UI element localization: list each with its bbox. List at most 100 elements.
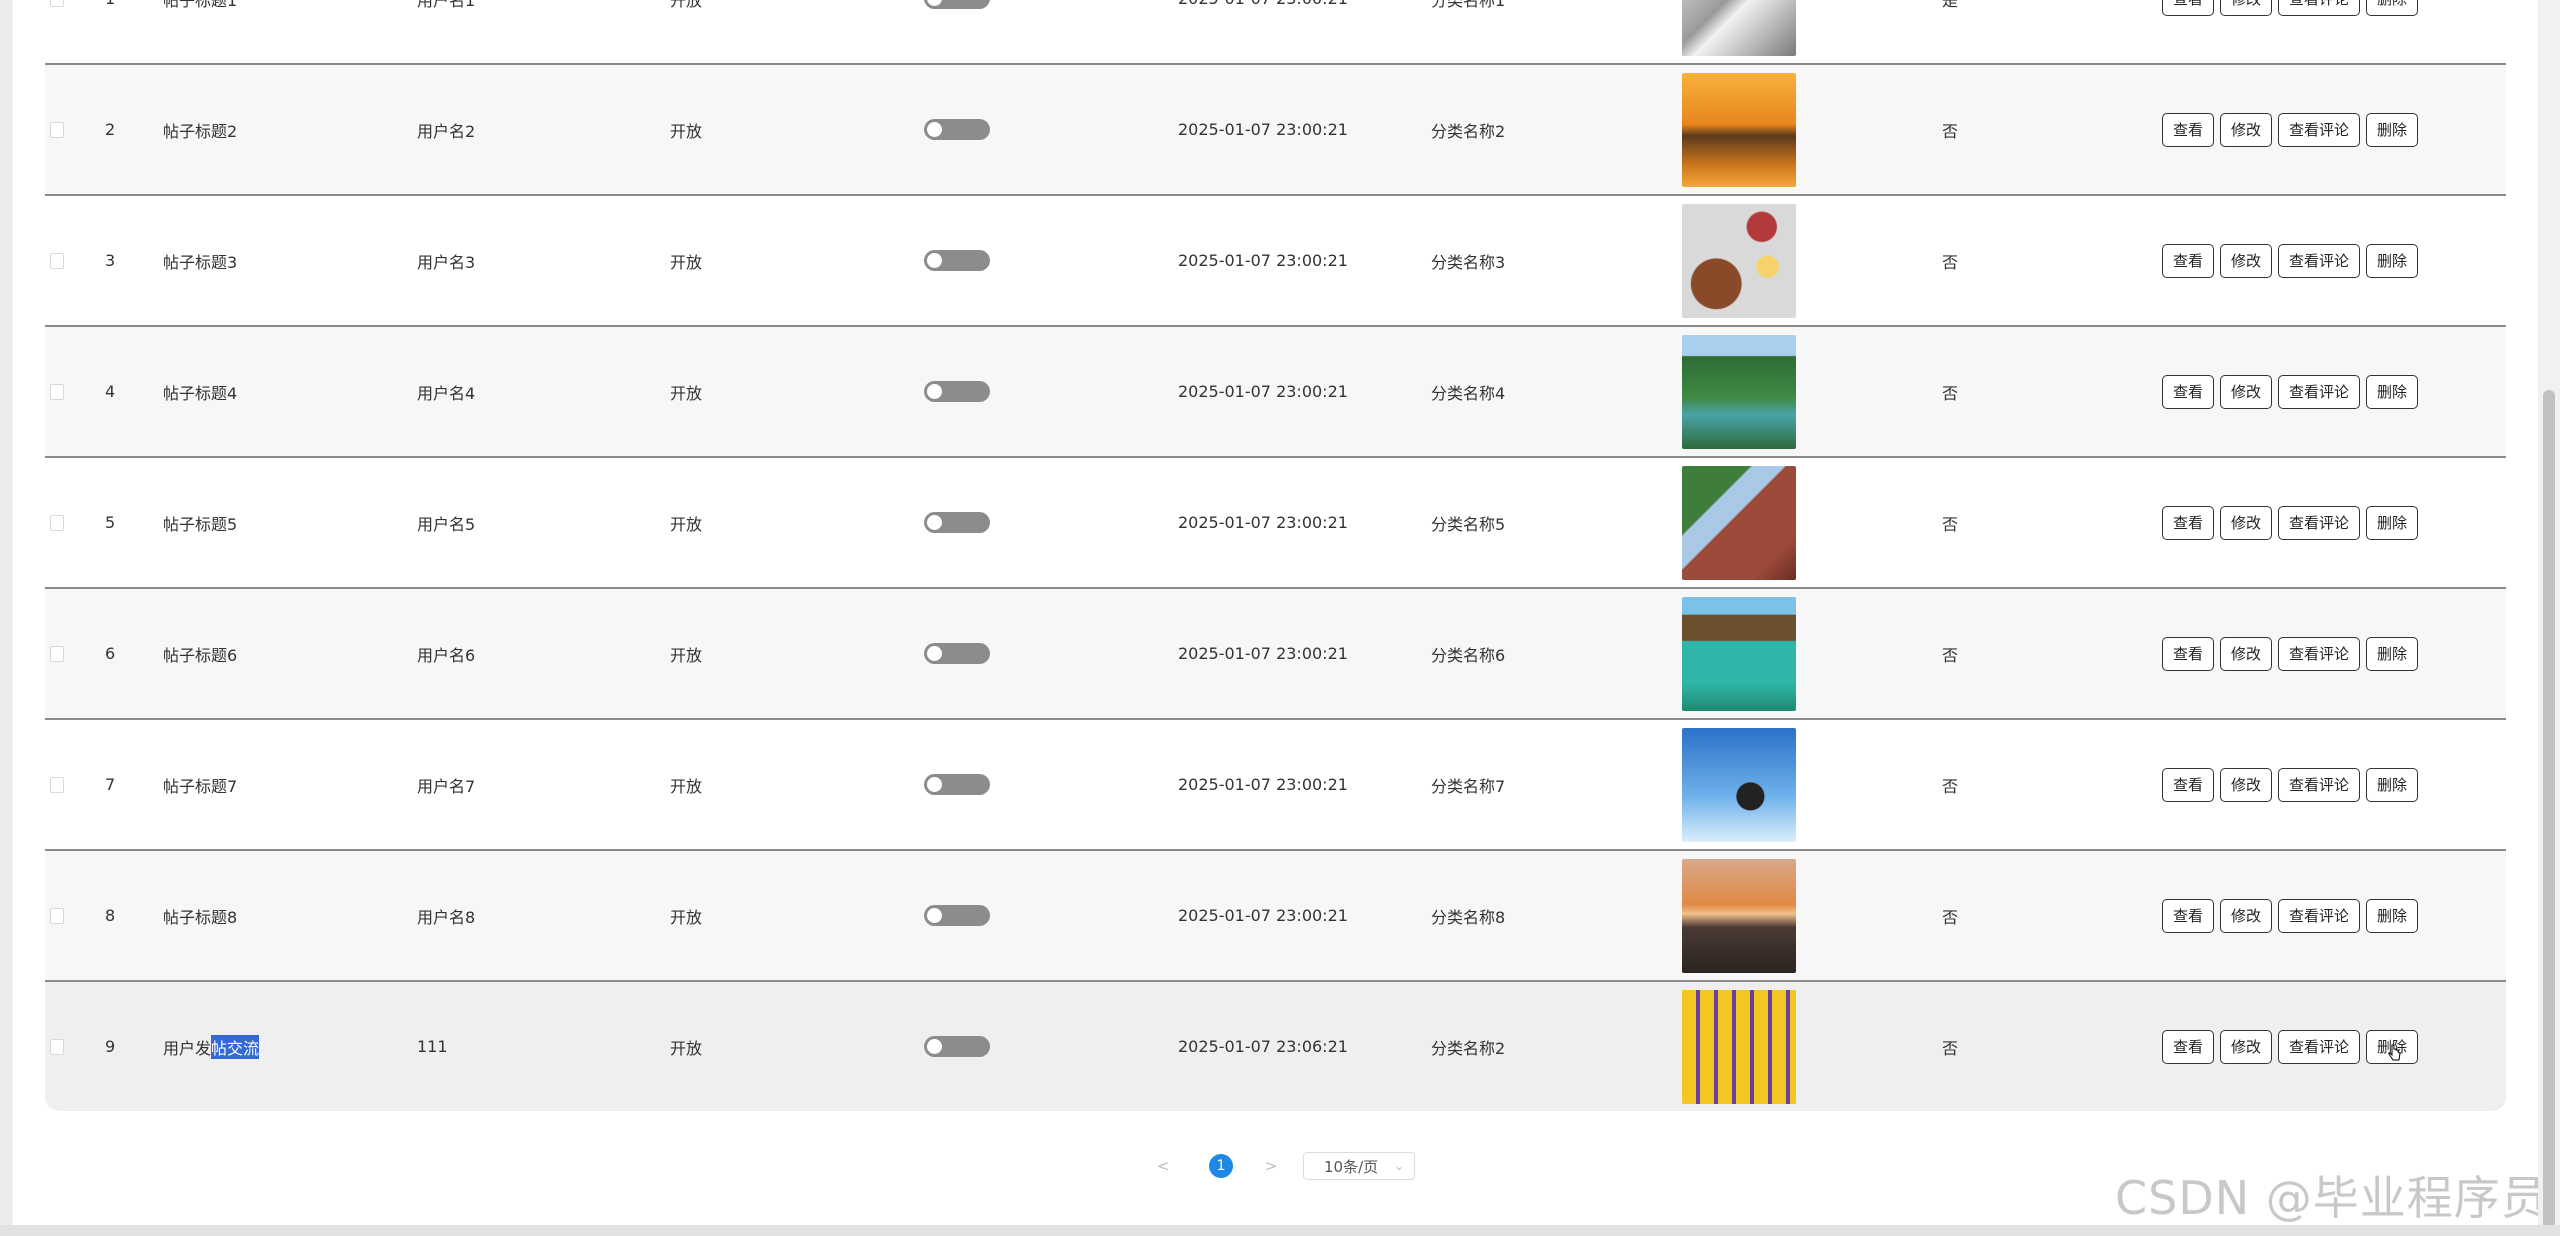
post-status: 开放 [670,383,703,403]
post-user: 用户名3 [417,252,476,272]
view-comments-button[interactable]: 查看评论 [2278,243,2361,278]
delete-button[interactable]: 删除 [2366,374,2419,409]
view-comments-button[interactable]: 查看评论 [2278,505,2361,540]
edit-button[interactable]: 修改 [2220,374,2273,409]
post-category: 分类名称3 [1431,252,1506,272]
post-category: 分类名称6 [1431,645,1506,665]
post-time: 2025-01-07 23:00:21 [1178,775,1348,794]
post-thumbnail [1682,720,1798,849]
post-category: 分类名称8 [1431,907,1506,927]
view-button[interactable]: 查看 [2162,1029,2215,1064]
view-button[interactable]: 查看 [2162,243,2215,278]
edit-button[interactable]: 修改 [2220,898,2273,933]
post-title: 帖子标题7 [163,776,238,796]
post-flag: 否 [1942,252,1959,272]
post-flag: 否 [1942,645,1959,665]
table-row: 4 帖子标题4 用户名4 开放 2025-01-07 23:00:21 分类名称… [45,327,2506,458]
view-button[interactable]: 查看 [2162,374,2215,409]
delete-button[interactable]: 删除 [2366,898,2419,933]
row-checkbox[interactable] [50,982,64,1111]
view-comments-button[interactable]: 查看评论 [2278,0,2361,16]
post-status: 开放 [670,907,703,927]
view-button[interactable]: 查看 [2162,898,2215,933]
post-user: 111 [417,1037,448,1056]
edit-button[interactable]: 修改 [2220,505,2273,540]
row-checkbox[interactable] [50,851,64,980]
view-button[interactable]: 查看 [2162,636,2215,671]
post-title: 帖子标题2 [163,121,238,141]
vertical-scrollbar[interactable] [2538,0,2560,1236]
status-toggle[interactable] [924,0,994,63]
post-time: 2025-01-07 23:00:21 [1178,120,1348,139]
post-category: 分类名称4 [1431,383,1506,403]
row-index: 9 [105,1037,116,1056]
row-checkbox[interactable] [50,589,64,718]
post-thumbnail [1682,982,1798,1111]
row-checkbox[interactable] [50,720,64,849]
post-user: 用户名2 [417,121,476,141]
table-row: 7 帖子标题7 用户名7 开放 2025-01-07 23:00:21 分类名称… [45,720,2506,851]
edit-button[interactable]: 修改 [2220,636,2273,671]
status-toggle[interactable] [924,720,994,849]
row-actions: 查看 修改 查看评论 删除 [2162,196,2462,325]
delete-button[interactable]: 删除 [2366,112,2419,147]
view-button[interactable]: 查看 [2162,112,2215,147]
post-thumbnail [1682,589,1798,718]
status-toggle[interactable] [924,982,994,1111]
row-index: 4 [105,382,116,401]
status-toggle[interactable] [924,589,994,718]
post-category: 分类名称1 [1431,0,1506,10]
view-comments-button[interactable]: 查看评论 [2278,767,2361,802]
table-row: 8 帖子标题8 用户名8 开放 2025-01-07 23:00:21 分类名称… [45,851,2506,982]
edit-button[interactable]: 修改 [2220,112,2273,147]
row-checkbox[interactable] [50,196,64,325]
view-comments-button[interactable]: 查看评论 [2278,898,2361,933]
delete-button[interactable]: 删除 [2366,243,2419,278]
post-title: 帖子标题1 [163,0,238,10]
current-page[interactable]: 1 [1209,1154,1233,1178]
post-time: 2025-01-07 23:00:21 [1178,513,1348,532]
post-table: 1 帖子标题1 用户名1 开放 2025-01-07 23:00:21 分类名称… [45,0,2506,1111]
table-row: 1 帖子标题1 用户名1 开放 2025-01-07 23:00:21 分类名称… [45,0,2506,65]
status-toggle[interactable] [924,196,994,325]
status-toggle[interactable] [924,327,994,456]
view-comments-button[interactable]: 查看评论 [2278,374,2361,409]
delete-button[interactable]: 删除 [2366,0,2419,16]
row-actions: 查看 修改 查看评论 删除 [2162,720,2462,849]
row-checkbox[interactable] [50,0,64,63]
post-time: 2025-01-07 23:00:21 [1178,251,1348,270]
row-checkbox[interactable] [50,65,64,194]
row-checkbox[interactable] [50,327,64,456]
next-page-button[interactable]: > [1261,1157,1281,1175]
delete-button[interactable]: 删除 [2366,767,2419,802]
view-button[interactable]: 查看 [2162,767,2215,802]
delete-button[interactable]: 删除 [2366,505,2419,540]
post-flag: 否 [1942,514,1959,534]
prev-page-button[interactable]: < [1153,1157,1173,1175]
post-user: 用户名7 [417,776,476,796]
row-actions: 查看 修改 查看评论 删除 [2162,65,2462,194]
page-size-select[interactable]: 10条/页 ⌄ [1303,1152,1415,1180]
delete-button[interactable]: 删除 [2366,636,2419,671]
view-button[interactable]: 查看 [2162,505,2215,540]
view-comments-button[interactable]: 查看评论 [2278,636,2361,671]
status-toggle[interactable] [924,458,994,587]
post-time: 2025-01-07 23:06:21 [1178,1037,1348,1056]
content-panel: 1 帖子标题1 用户名1 开放 2025-01-07 23:00:21 分类名称… [13,0,2538,1225]
row-actions: 查看 修改 查看评论 删除 [2162,589,2462,718]
post-category: 分类名称7 [1431,776,1506,796]
post-user: 用户名4 [417,383,476,403]
edit-button[interactable]: 修改 [2220,1029,2273,1064]
view-comments-button[interactable]: 查看评论 [2278,112,2361,147]
pagination: < 1 > 10条/页 ⌄ [1153,1150,1415,1182]
row-checkbox[interactable] [50,458,64,587]
view-comments-button[interactable]: 查看评论 [2278,1029,2361,1064]
view-button[interactable]: 查看 [2162,0,2215,16]
edit-button[interactable]: 修改 [2220,0,2273,16]
status-toggle[interactable] [924,851,994,980]
edit-button[interactable]: 修改 [2220,767,2273,802]
post-time: 2025-01-07 23:00:21 [1178,0,1398,63]
edit-button[interactable]: 修改 [2220,243,2273,278]
post-status: 开放 [670,776,703,796]
status-toggle[interactable] [924,65,994,194]
